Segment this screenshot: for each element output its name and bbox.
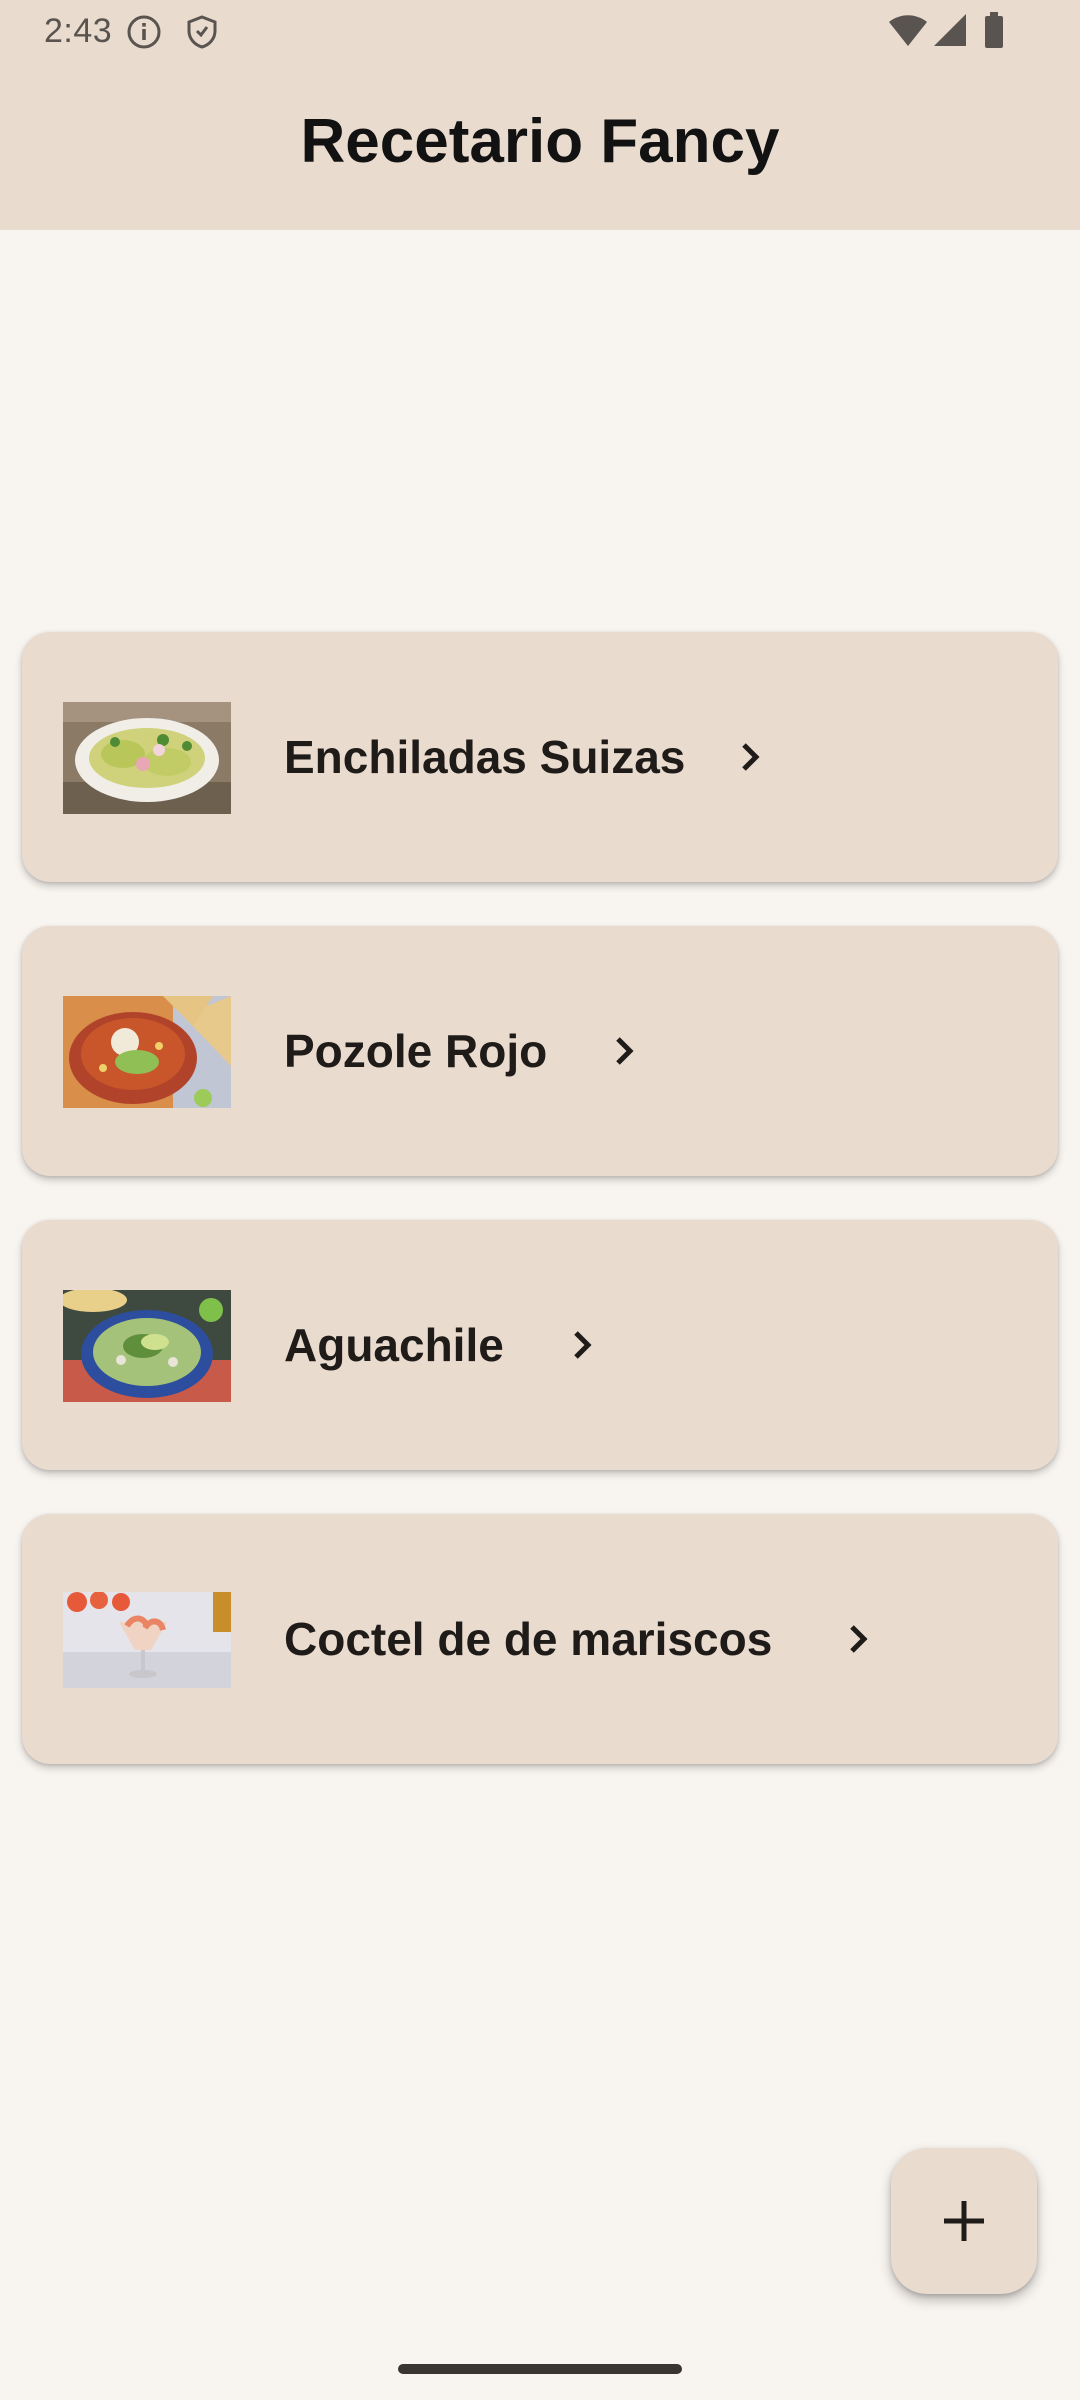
app-bar: Recetario Fancy [0,64,1080,230]
enchiladas-image [63,702,231,814]
recipe-card[interactable]: Pozole Rojo [22,926,1058,1176]
aguachile-image [63,1290,231,1402]
wifi-icon [888,12,928,53]
recipe-title: Coctel de de mariscos [284,1613,773,1665]
status-bar: 2:43 [0,0,1080,64]
coctel-image [63,1592,231,1688]
home-indicator[interactable] [398,2364,682,2374]
recipe-card[interactable]: Coctel de de mariscos [22,1514,1058,1764]
info-icon [126,14,162,55]
pozole-image [63,996,231,1108]
shield-icon [184,14,220,55]
recipe-title: Pozole Rojo [284,1025,548,1077]
battery-icon [982,10,1006,55]
add-recipe-button[interactable] [891,2148,1037,2294]
recipe-card[interactable]: Enchiladas Suizas [22,632,1058,882]
chevron-right-icon [616,1037,634,1065]
chevron-right-icon [850,1625,868,1653]
chevron-right-icon [574,1331,592,1359]
status-time: 2:43 [44,12,113,50]
chevron-right-icon [742,743,760,771]
signal-icon [932,12,968,53]
recipe-title: Enchiladas Suizas [284,731,686,783]
plus-icon [944,2201,984,2241]
recipe-card[interactable]: Aguachile [22,1220,1058,1470]
recipe-title: Aguachile [284,1319,504,1371]
app-title: Recetario Fancy [300,107,780,176]
